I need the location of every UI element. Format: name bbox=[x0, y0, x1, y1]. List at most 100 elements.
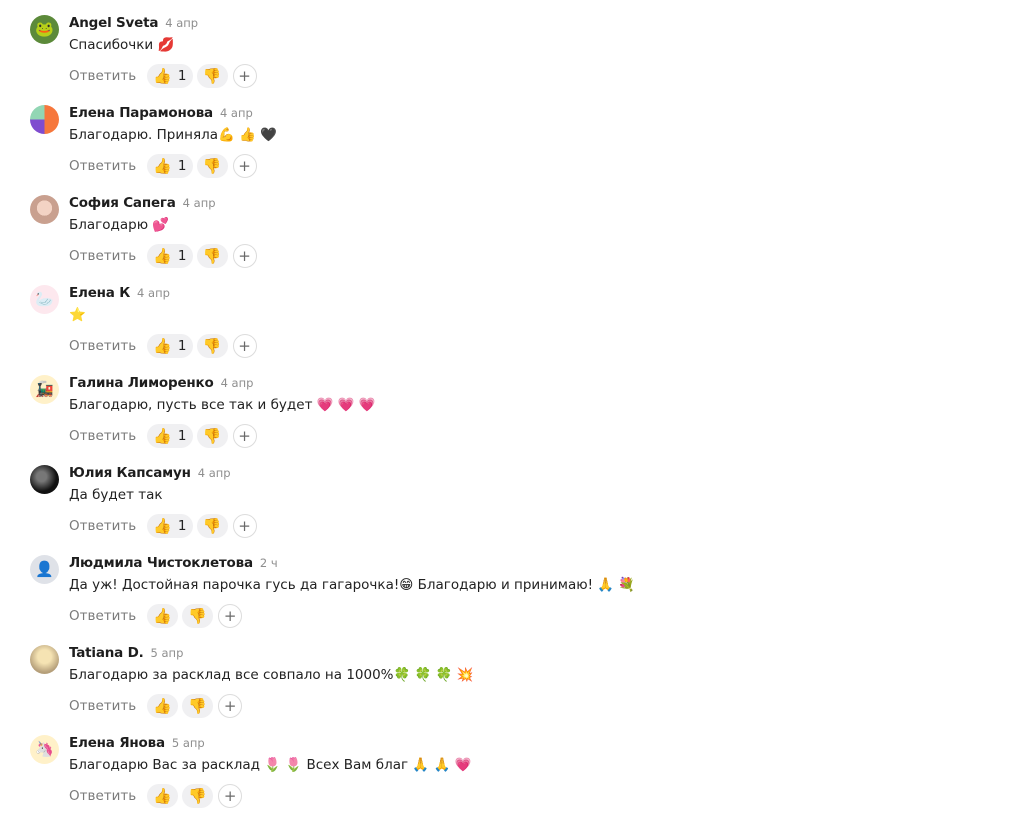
reply-button[interactable]: Ответить bbox=[69, 698, 136, 714]
author-name[interactable]: Елена К bbox=[69, 285, 130, 301]
author-name[interactable]: Галина Лиморенко bbox=[69, 375, 214, 391]
avatar[interactable] bbox=[30, 195, 59, 224]
dislike-button[interactable]: 👎 bbox=[196, 334, 228, 358]
thumbs-up-icon: 👍 bbox=[153, 336, 172, 355]
avatar[interactable]: 🦄 bbox=[30, 735, 59, 764]
comment-actions: Ответить 👍 👎 + bbox=[69, 604, 243, 628]
add-reaction-button[interactable]: + bbox=[232, 334, 257, 358]
avatar[interactable]: 🚂 bbox=[30, 375, 59, 404]
comment-actions: Ответить 👍 👎 + bbox=[69, 694, 243, 718]
dislike-button[interactable]: 👎 bbox=[196, 424, 228, 448]
like-count: 1 bbox=[177, 428, 187, 444]
like-button[interactable]: 👍 bbox=[147, 694, 179, 718]
avatar[interactable] bbox=[30, 465, 59, 494]
reply-button[interactable]: Ответить bbox=[69, 68, 136, 84]
comment-date: 4 апр bbox=[182, 196, 216, 210]
like-button[interactable]: 👍 1 bbox=[147, 64, 193, 88]
avatar[interactable]: 🦢 bbox=[30, 285, 59, 314]
comment-item: 🚂 Галина Лиморенко 4 апр Благодарю, пуст… bbox=[30, 375, 1010, 465]
comment-date: 4 апр bbox=[197, 466, 231, 480]
thumbs-down-icon: 👎 bbox=[202, 516, 222, 535]
avatar[interactable] bbox=[30, 645, 59, 674]
comment-item: Юлия Капсамун 4 апр Да будет так Ответит… bbox=[30, 465, 1010, 555]
thumbs-up-icon: 👍 bbox=[153, 786, 173, 805]
add-reaction-button[interactable]: + bbox=[218, 694, 243, 718]
comment-item: 🦄 Елена Янова 5 апр Благодарю Вас за рас… bbox=[30, 735, 1010, 825]
author-name[interactable]: Юлия Капсамун bbox=[69, 465, 191, 481]
like-button[interactable]: 👍 1 bbox=[147, 244, 193, 268]
reply-button[interactable]: Ответить bbox=[69, 158, 136, 174]
thumbs-up-icon: 👍 bbox=[153, 516, 172, 535]
avatar[interactable] bbox=[30, 105, 59, 134]
dislike-button[interactable]: 👎 bbox=[182, 784, 214, 808]
thumbs-down-icon: 👎 bbox=[188, 786, 208, 805]
comment-item: 🦢 Елена К 4 апр ⭐ Ответить 👍 1 👎 + bbox=[30, 285, 1010, 375]
thumbs-up-icon: 👍 bbox=[153, 66, 172, 85]
like-count: 1 bbox=[177, 338, 187, 354]
comment-header: Tatiana D. 5 апр bbox=[69, 645, 183, 665]
comment-date: 4 апр bbox=[220, 376, 254, 390]
author-name[interactable]: Елена Парамонова bbox=[69, 105, 213, 121]
reply-button[interactable]: Ответить bbox=[69, 248, 136, 264]
thumbs-down-icon: 👎 bbox=[202, 426, 222, 445]
like-button[interactable]: 👍 bbox=[147, 604, 179, 628]
comment-header: Елена Парамонова 4 апр bbox=[69, 105, 253, 125]
avatar[interactable]: 🐸 bbox=[30, 15, 59, 44]
comment-text: Да будет так bbox=[69, 487, 163, 503]
reply-button[interactable]: Ответить bbox=[69, 338, 136, 354]
like-button[interactable]: 👍 1 bbox=[147, 424, 193, 448]
dislike-button[interactable]: 👎 bbox=[196, 514, 228, 538]
reply-button[interactable]: Ответить bbox=[69, 608, 136, 624]
dislike-button[interactable]: 👎 bbox=[196, 154, 228, 178]
comment-actions: Ответить 👍 1 👎 + bbox=[69, 154, 257, 178]
like-button[interactable]: 👍 1 bbox=[147, 154, 193, 178]
like-button[interactable]: 👍 1 bbox=[147, 514, 193, 538]
add-reaction-button[interactable]: + bbox=[218, 604, 243, 628]
dislike-button[interactable]: 👎 bbox=[196, 244, 228, 268]
dislike-button[interactable]: 👎 bbox=[182, 604, 214, 628]
add-reaction-button[interactable]: + bbox=[232, 64, 257, 88]
thumbs-up-icon: 👍 bbox=[153, 696, 173, 715]
reply-button[interactable]: Ответить bbox=[69, 518, 136, 534]
comment-item: 👤 Людмила Чистоклетова 2 ч Да уж! Достой… bbox=[30, 555, 1010, 645]
thumbs-up-icon: 👍 bbox=[153, 606, 173, 625]
author-name[interactable]: Людмила Чистоклетова bbox=[69, 555, 253, 571]
author-name[interactable]: Елена Янова bbox=[69, 735, 165, 751]
comment-date: 5 апр bbox=[171, 736, 205, 750]
comment-date: 5 апр bbox=[150, 646, 184, 660]
comment-header: Юлия Капсамун 4 апр bbox=[69, 465, 231, 485]
add-reaction-button[interactable]: + bbox=[232, 244, 257, 268]
comment-text: Благодарю 💕 bbox=[69, 217, 170, 233]
like-button[interactable]: 👍 bbox=[147, 784, 179, 808]
author-name[interactable]: София Сапега bbox=[69, 195, 176, 211]
author-name[interactable]: Tatiana D. bbox=[69, 645, 144, 661]
comment-item: 🐸 Angel Sveta 4 апр Спасибочки 💋 Ответит… bbox=[30, 15, 1010, 105]
comment-actions: Ответить 👍 1 👎 + bbox=[69, 514, 257, 538]
avatar[interactable]: 👤 bbox=[30, 555, 59, 584]
thumbs-up-icon: 👍 bbox=[153, 246, 172, 265]
thumbs-down-icon: 👎 bbox=[202, 336, 222, 355]
add-reaction-button[interactable]: + bbox=[232, 514, 257, 538]
dislike-button[interactable]: 👎 bbox=[182, 694, 214, 718]
author-name[interactable]: Angel Sveta bbox=[69, 15, 158, 31]
thumbs-down-icon: 👎 bbox=[188, 696, 208, 715]
comment-item: София Сапега 4 апр Благодарю 💕 Ответить … bbox=[30, 195, 1010, 285]
like-count: 1 bbox=[177, 68, 187, 84]
thumbs-down-icon: 👎 bbox=[202, 246, 222, 265]
comment-header: Елена Янова 5 апр bbox=[69, 735, 205, 755]
comment-text: Благодарю Вас за расклад 🌷 🌷 Всех Вам бл… bbox=[69, 757, 472, 773]
comment-text: Благодарю. Приняла💪 👍 🖤 bbox=[69, 127, 277, 143]
thumbs-down-icon: 👎 bbox=[188, 606, 208, 625]
thumbs-up-icon: 👍 bbox=[153, 426, 172, 445]
reply-button[interactable]: Ответить bbox=[69, 788, 136, 804]
comment-date: 2 ч bbox=[259, 556, 278, 570]
comment-actions: Ответить 👍 👎 + bbox=[69, 784, 243, 808]
add-reaction-button[interactable]: + bbox=[218, 784, 243, 808]
dislike-button[interactable]: 👎 bbox=[196, 64, 228, 88]
add-reaction-button[interactable]: + bbox=[232, 424, 257, 448]
like-button[interactable]: 👍 1 bbox=[147, 334, 193, 358]
like-count: 1 bbox=[177, 158, 187, 174]
like-count: 1 bbox=[177, 248, 187, 264]
add-reaction-button[interactable]: + bbox=[232, 154, 257, 178]
reply-button[interactable]: Ответить bbox=[69, 428, 136, 444]
